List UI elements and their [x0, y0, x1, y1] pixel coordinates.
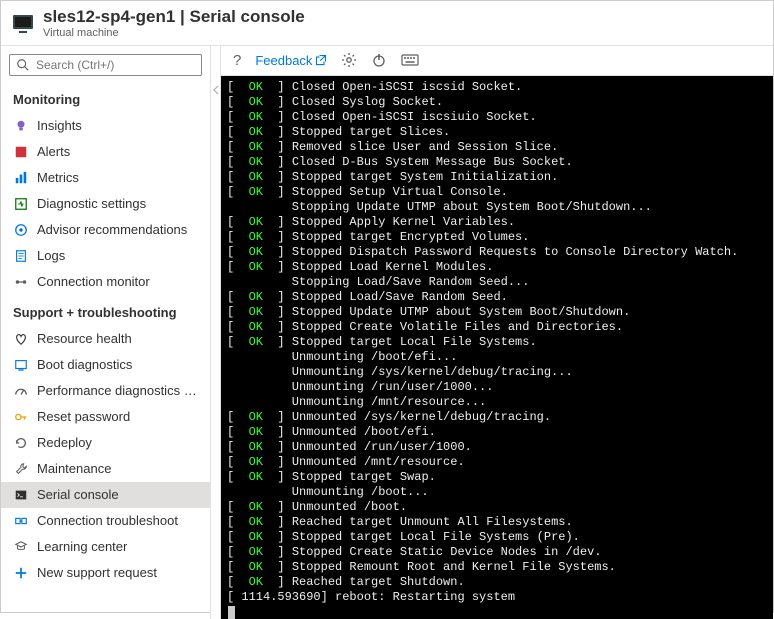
sidebar-item-alert[interactable]: Alerts — [1, 139, 210, 165]
collapse-handle[interactable] — [211, 46, 221, 619]
alert-icon — [13, 144, 29, 160]
vm-icon — [11, 12, 35, 36]
keyboard-button[interactable] — [401, 53, 419, 67]
metrics-icon — [13, 170, 29, 186]
sidebar-item-label: Alerts — [37, 144, 70, 159]
search-icon — [16, 58, 30, 72]
sidebar-item-label: Performance diagnostics (P... — [37, 383, 200, 398]
sidebar-item-label: Maintenance — [37, 461, 111, 476]
sidebar-item-learn[interactable]: Learning center — [1, 534, 210, 560]
sidebar-item-label: Redeploy — [37, 435, 92, 450]
sidebar-item-label: Connection troubleshoot — [37, 513, 178, 528]
sidebar-item-logs[interactable]: Logs — [1, 243, 210, 269]
sidebar-item-heart[interactable]: Resource health — [1, 326, 210, 352]
key-icon — [13, 409, 29, 425]
heart-icon — [13, 331, 29, 347]
learn-icon — [13, 539, 29, 555]
sidebar-item-advisor[interactable]: Advisor recommendations — [1, 217, 210, 243]
section-support: Support + troubleshooting — [1, 295, 210, 326]
console-toolbar: ? Feedback — [221, 46, 773, 76]
sidebar-item-label: Diagnostic settings — [37, 196, 146, 211]
external-link-icon — [315, 54, 327, 66]
sidebar-item-label: Reset password — [37, 409, 130, 424]
cursor — [228, 606, 235, 619]
redeploy-icon — [13, 435, 29, 451]
sidebar-item-label: Learning center — [37, 539, 127, 554]
sidebar-item-label: Resource health — [37, 331, 132, 346]
sidebar-item-label: Insights — [37, 118, 82, 133]
power-button[interactable] — [371, 52, 387, 68]
sidebar-item-perf[interactable]: Performance diagnostics (P... — [1, 378, 210, 404]
sidebar: Monitoring Insights Alerts Metrics Diagnost… — [1, 46, 211, 619]
page-header: sles12-sp4-gen1 | Serial console Virtual… — [1, 1, 773, 46]
sidebar-item-label: Serial console — [37, 487, 119, 502]
sidebar-item-label: Metrics — [37, 170, 79, 185]
help-button[interactable]: ? — [233, 52, 241, 69]
sidebar-item-serial[interactable]: Serial console — [1, 482, 210, 508]
search-input[interactable] — [9, 54, 202, 76]
page-title: sles12-sp4-gen1 | Serial console — [43, 7, 305, 27]
plus-icon — [13, 565, 29, 581]
sidebar-item-maint[interactable]: Maintenance — [1, 456, 210, 482]
sidebar-item-diag[interactable]: Diagnostic settings — [1, 191, 210, 217]
sidebar-item-key[interactable]: Reset password — [1, 404, 210, 430]
conn-icon — [13, 274, 29, 290]
feedback-label: Feedback — [255, 53, 312, 68]
perf-icon — [13, 383, 29, 399]
main-pane: ? Feedback [ OK ] Closed Open-iSCSI iscs… — [221, 46, 773, 619]
sidebar-item-label: Boot diagnostics — [37, 357, 132, 372]
sidebar-item-redeploy[interactable]: Redeploy — [1, 430, 210, 456]
sidebar-item-label: Advisor recommendations — [37, 222, 187, 237]
sidebar-item-label: New support request — [37, 565, 157, 580]
sidebar-item-plus[interactable]: New support request — [1, 560, 210, 586]
serial-console-output[interactable]: [ OK ] Closed Open-iSCSI iscsid Socket. … — [221, 76, 773, 619]
advisor-icon — [13, 222, 29, 238]
sidebar-item-boot[interactable]: Boot diagnostics — [1, 352, 210, 378]
logs-icon — [13, 248, 29, 264]
page-subtitle: Virtual machine — [43, 27, 305, 40]
sidebar-item-label: Connection monitor — [37, 274, 150, 289]
section-monitoring: Monitoring — [1, 82, 210, 113]
maint-icon — [13, 461, 29, 477]
conntr-icon — [13, 513, 29, 529]
serial-icon — [13, 487, 29, 503]
bulb-icon — [13, 118, 29, 134]
boot-icon — [13, 357, 29, 373]
feedback-link[interactable]: Feedback — [255, 53, 327, 68]
sidebar-item-conn[interactable]: Connection monitor — [1, 269, 210, 295]
sidebar-item-bulb[interactable]: Insights — [1, 113, 210, 139]
diag-icon — [13, 196, 29, 212]
settings-button[interactable] — [341, 52, 357, 68]
sidebar-item-conntr[interactable]: Connection troubleshoot — [1, 508, 210, 534]
search-field[interactable] — [36, 58, 195, 72]
sidebar-item-label: Logs — [37, 248, 65, 263]
sidebar-item-metrics[interactable]: Metrics — [1, 165, 210, 191]
